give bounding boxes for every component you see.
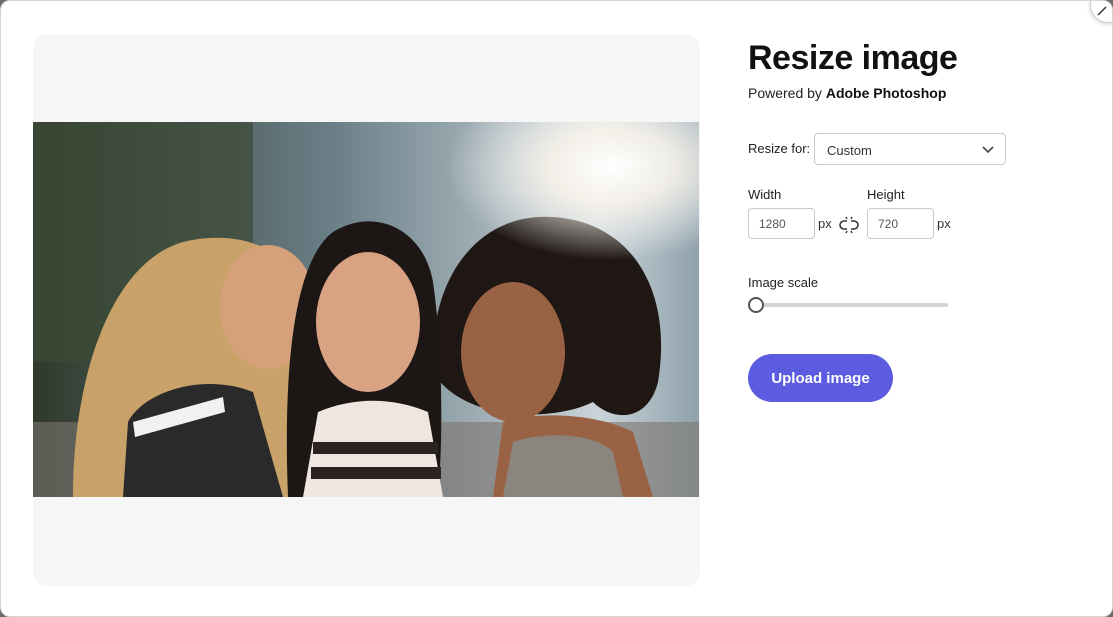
resize-for-label: Resize for:	[748, 141, 811, 156]
resize-for-selected: Custom	[827, 143, 872, 158]
upload-image-button[interactable]: Upload image	[748, 354, 893, 402]
dimensions-row: Width Height px px	[748, 187, 1078, 247]
height-unit: px	[937, 216, 951, 231]
powered-by-prefix: Powered by	[748, 85, 822, 101]
close-icon	[1097, 6, 1107, 16]
image-scale-control: Image scale	[748, 275, 1078, 315]
height-input[interactable]	[867, 208, 934, 239]
chevron-down-icon	[982, 146, 994, 154]
resize-for-row: Resize for: Custom	[748, 133, 1078, 165]
width-label: Width	[748, 187, 782, 202]
close-button[interactable]	[1090, 1, 1112, 23]
powered-by-line: Powered by Adobe Photoshop	[748, 85, 1078, 101]
image-preview-panel	[33, 34, 700, 586]
image-scale-track[interactable]	[760, 303, 948, 307]
width-input[interactable]	[748, 208, 815, 239]
link-aspect-ratio-icon[interactable]	[838, 216, 860, 234]
image-scale-label: Image scale	[748, 275, 819, 290]
settings-panel: Resize image Powered by Adobe Photoshop …	[748, 37, 1078, 402]
resize-dialog: Resize image Powered by Adobe Photoshop …	[0, 0, 1113, 617]
dialog-title: Resize image	[748, 39, 958, 77]
powered-by-brand: Adobe Photoshop	[825, 85, 947, 101]
height-label: Height	[867, 187, 905, 202]
width-unit: px	[818, 216, 832, 231]
preview-photo	[33, 122, 699, 497]
resize-for-dropdown[interactable]: Custom	[814, 133, 1006, 165]
image-scale-slider-thumb[interactable]	[748, 297, 764, 313]
